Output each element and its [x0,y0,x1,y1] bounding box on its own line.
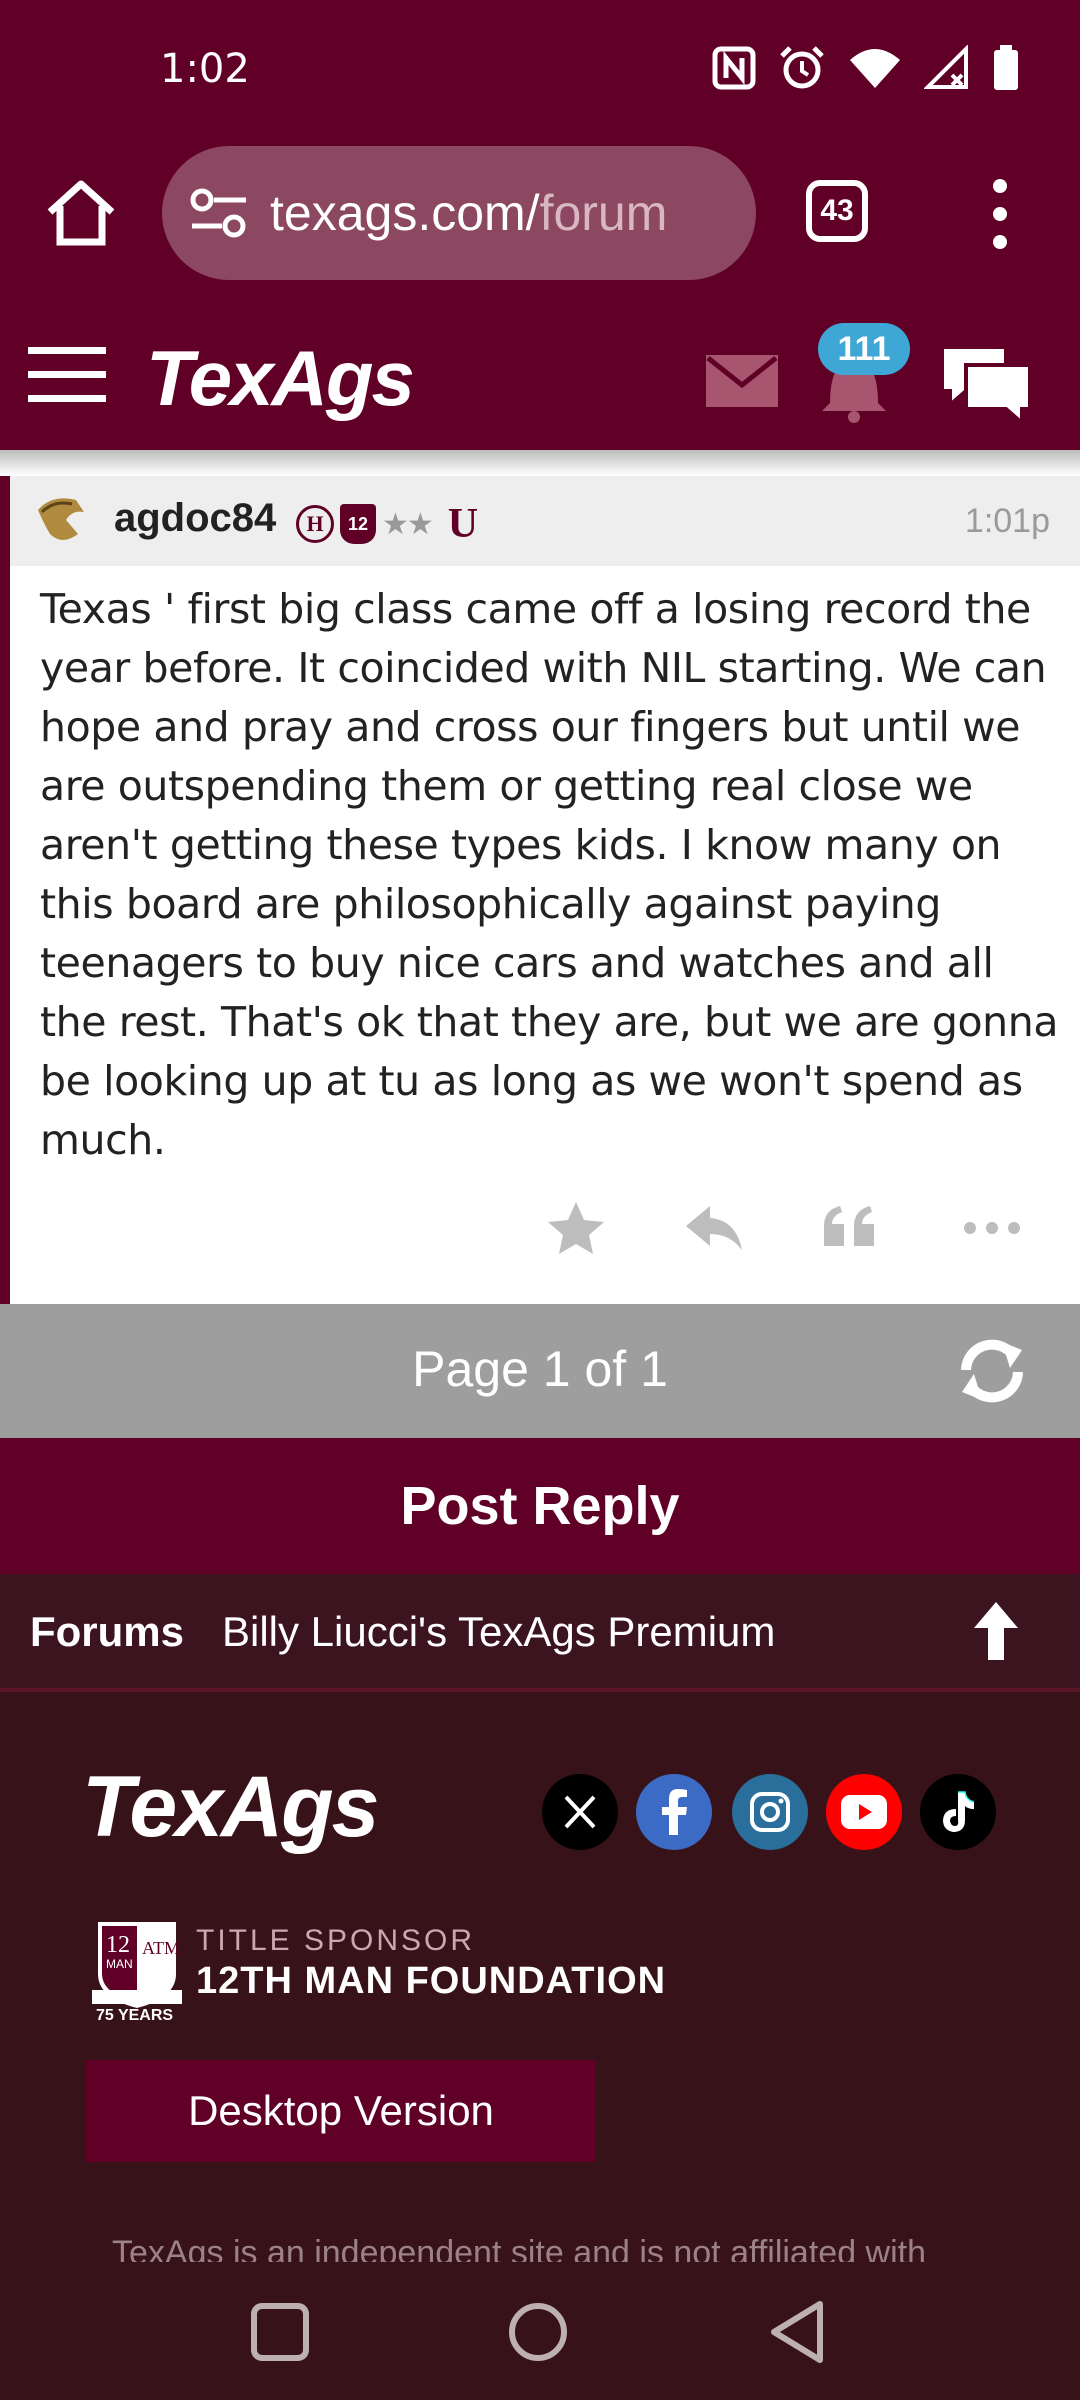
breadcrumb: Forums Billy Liucci's TexAgs Premium [0,1574,1080,1692]
sponsor-name[interactable]: 12TH MAN FOUNDATION [196,1960,666,2003]
svg-text:12: 12 [106,1932,130,1958]
svg-text:ATM: ATM [142,1938,180,1958]
badge-stars: ★★ [382,506,434,542]
scroll-to-top-icon[interactable] [968,1598,1024,1664]
post-time: 1:01p [964,502,1050,540]
status-bar: 1:02 [0,0,1080,140]
badge-12th-man: 12 [340,504,376,544]
battery-icon [994,45,1018,90]
star-icon[interactable] [544,1196,608,1260]
crest-years: 75 YEARS [96,2007,173,2022]
reply-icon[interactable] [682,1196,746,1260]
breadcrumb-forums-link[interactable]: Forums [30,1608,184,1656]
post-header: agdoc84 H 12 ★★ U 1:01p [10,476,1080,566]
more-options-icon[interactable] [960,1196,1024,1260]
site-header: TexAgs 111 [0,285,1080,450]
refresh-icon[interactable] [952,1336,1032,1406]
post-reply-button[interactable]: Post Reply [0,1438,1080,1574]
header-shadow [0,450,1080,476]
url-text: texags.com/forum [270,185,668,241]
12th-man-foundation-crest[interactable]: 12 MAN ATM 75 YEARS [88,1918,186,2022]
quote-icon[interactable] [818,1196,882,1260]
facebook-icon[interactable] [636,1774,712,1850]
breadcrumb-current-forum[interactable]: Billy Liucci's TexAgs Premium [222,1608,775,1656]
post-actions [10,1196,1080,1276]
post-body: Texas ' first big class came off a losin… [40,585,1059,1164]
status-icons [712,44,1020,92]
post-username[interactable]: agdoc84 [114,496,276,541]
wifi-icon [850,49,900,88]
footer-logo[interactable]: TexAgs [82,1758,379,1857]
back-icon[interactable] [758,2292,838,2372]
tiktok-icon[interactable] [920,1774,996,1850]
browser-toolbar: texags.com/forum 43 [0,140,1080,285]
mail-icon[interactable] [706,355,778,407]
status-time: 1:02 [160,46,250,92]
badge-h: H [296,505,334,543]
svg-text:MAN: MAN [106,1957,133,1971]
user-badges: H 12 ★★ U [296,500,478,548]
forum-post: agdoc84 H 12 ★★ U 1:01p Texas ' first bi… [0,476,1080,1304]
pagination-bar: Page 1 of 1 [0,1304,1080,1438]
site-settings-icon[interactable] [190,188,248,238]
signal-icon [924,45,968,89]
recents-icon[interactable] [240,2292,320,2372]
browser-menu-icon[interactable] [982,176,1018,252]
youtube-icon[interactable] [826,1774,902,1850]
footer-disclaimer: TexAgs is an independent site and is not… [112,2234,927,2262]
instagram-icon[interactable] [732,1774,808,1850]
badge-u: U [447,501,479,547]
tab-switcher-button[interactable]: 43 [806,180,868,242]
x-icon[interactable] [542,1774,618,1850]
chat-icon[interactable] [936,339,1034,425]
site-logo[interactable]: TexAgs [146,333,415,424]
page-indicator[interactable]: Page 1 of 1 [0,1340,1080,1398]
hamburger-menu-icon[interactable] [28,347,106,403]
alarm-icon [780,46,824,89]
user-avatar[interactable] [32,490,92,550]
desktop-version-button[interactable]: Desktop Version [86,2060,596,2162]
notification-count-badge[interactable]: 111 [818,323,910,375]
sponsor-label: TITLE SPONSOR [196,1924,476,1957]
nfc-icon [712,46,756,90]
system-nav-bar [0,2262,1080,2400]
home-icon[interactable] [44,178,118,248]
address-bar[interactable]: texags.com/forum [162,146,756,280]
site-footer: TexAgs 12 MAN ATM 75 YEARS TITLE SPONSOR… [0,1692,1080,2262]
home-nav-icon[interactable] [498,2292,578,2372]
